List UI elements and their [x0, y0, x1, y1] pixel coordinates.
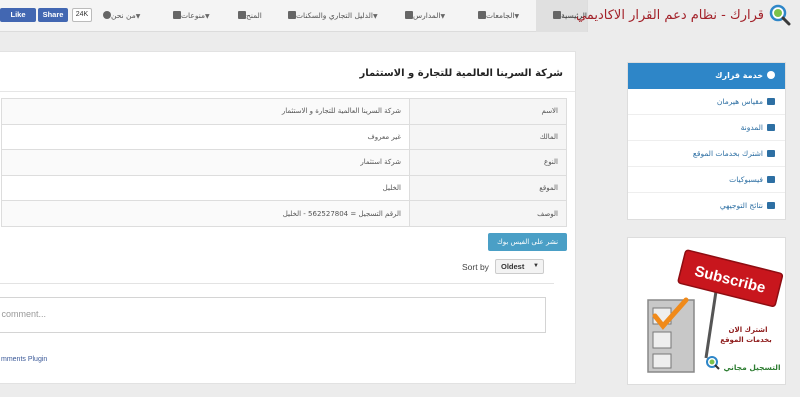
facebook-like-button[interactable]: Like — [0, 8, 36, 22]
field-value: شركة استثمار — [1, 149, 410, 176]
graduation-cap-icon — [767, 202, 775, 209]
sort-value: Oldest — [501, 262, 525, 271]
caret-down-icon: ▼ — [533, 263, 539, 269]
divider — [0, 91, 575, 92]
caret-down-icon: ▼ — [440, 13, 446, 20]
sort-dropdown[interactable]: Oldest ▼ — [495, 259, 544, 274]
building-icon — [288, 11, 296, 19]
svg-text:التسجيل مجاني: التسجيل مجاني — [723, 363, 780, 372]
table-row: الموقع الخليل — [1, 174, 567, 202]
field-label: الاسم — [409, 98, 567, 125]
subscribe-illustration: Subscribe اشترك الان بخدمات الموقع التسج… — [647, 249, 784, 373]
checkbox-icon — [652, 331, 672, 349]
svg-text:اشترك الان: اشترك الان — [729, 326, 768, 334]
nav-misc[interactable]: ▼منوعات — [170, 0, 213, 32]
field-label: الوصف — [409, 200, 567, 227]
company-panel: شركة السرينا العالمية للتجارة و الاستثما… — [0, 51, 576, 384]
university-icon — [478, 11, 486, 19]
nav-about[interactable]: ▼من نحن — [100, 0, 143, 32]
random-icon — [173, 11, 181, 19]
brand-title: قرارك - نظام دعم القرار الاكاديمي — [576, 8, 764, 23]
facebook-icon — [767, 176, 775, 183]
facebook-like-count: 24K — [72, 8, 92, 22]
caret-down-icon: ▼ — [373, 13, 378, 20]
newspaper-icon — [767, 124, 775, 131]
nav-universities[interactable]: ▼الجامعات — [475, 0, 522, 32]
divider — [0, 283, 554, 284]
check-circle-icon — [767, 71, 775, 79]
nav-grants[interactable]: المنح — [235, 0, 262, 32]
search-magnifier-logo — [769, 4, 791, 26]
sidebar-item-herrmann[interactable]: مقياس هيرمان — [628, 89, 785, 115]
subscribe-sign: Subscribe — [677, 249, 784, 308]
sidebar-item-blog[interactable]: المدونة — [628, 115, 785, 141]
user-plus-icon — [767, 150, 775, 157]
book-icon — [405, 11, 413, 19]
gift-icon — [238, 11, 246, 19]
field-label: النوع — [409, 149, 567, 176]
table-row: النوع شركة استثمار — [1, 149, 567, 176]
subscribe-ad[interactable]: Subscribe اشترك الان بخدمات الموقع التسج… — [627, 237, 786, 385]
sidebar-menu: خدمة قرارك مقياس هيرمان المدونة اشترك بخ… — [627, 62, 786, 220]
brand[interactable]: قرارك - نظام دعم القرار الاكاديمي — [576, 0, 800, 32]
grid-icon — [767, 98, 775, 105]
table-row: الوصف الرقم التسجيل = 562527804 - الخليل — [1, 200, 567, 227]
sidebar-item-subscribe[interactable]: اشترك بخدمات الموقع — [628, 141, 785, 167]
comments-plugin-link[interactable]: mments Plugin — [1, 356, 47, 363]
caret-down-icon: ▼ — [204, 13, 210, 20]
sidebar-header: خدمة قرارك — [628, 63, 785, 89]
field-label: الموقع — [409, 174, 567, 202]
field-label: المالك — [409, 123, 567, 151]
info-icon — [103, 11, 111, 19]
nav-schools[interactable]: ▼المدارس — [402, 0, 448, 32]
field-value: غير معروف — [1, 123, 410, 151]
sidebar-item-facebook[interactable]: فيسبوكيات — [628, 167, 785, 193]
field-value: شركة السرينا العالمية للتجارة و الاستثما… — [1, 98, 410, 125]
sort-by-label: Sort by — [462, 262, 489, 272]
comment-input[interactable]: a comment... — [0, 297, 546, 333]
field-value: الخليل — [1, 174, 410, 202]
nav-business-directory[interactable]: ▼الدليل التجاري والسكنات — [285, 0, 381, 32]
share-facebook-button[interactable]: نشر على الفيس بوك — [488, 233, 567, 251]
sidebar-item-tawjihi[interactable]: نتائج التوجيهي — [628, 193, 785, 219]
caret-down-icon: ▼ — [135, 13, 141, 20]
top-navbar: Like Share 24K ▼من نحن ▼منوعات المنح ▼ال… — [0, 0, 800, 32]
home-icon — [553, 11, 562, 19]
facebook-share-button[interactable]: Share — [38, 8, 68, 22]
caret-down-icon: ▼ — [514, 13, 520, 20]
svg-text:بخدمات الموقع: بخدمات الموقع — [720, 336, 772, 344]
page-title: شركة السرينا العالمية للتجارة و الاستثما… — [359, 68, 563, 79]
checkbox-icon — [652, 353, 672, 369]
company-info-table: الاسم شركة السرينا العالمية للتجارة و الا… — [1, 98, 567, 227]
table-row: الاسم شركة السرينا العالمية للتجارة و الا… — [1, 98, 567, 125]
table-row: المالك غير معروف — [1, 123, 567, 151]
field-value: الرقم التسجيل = 562527804 - الخليل — [1, 200, 410, 227]
